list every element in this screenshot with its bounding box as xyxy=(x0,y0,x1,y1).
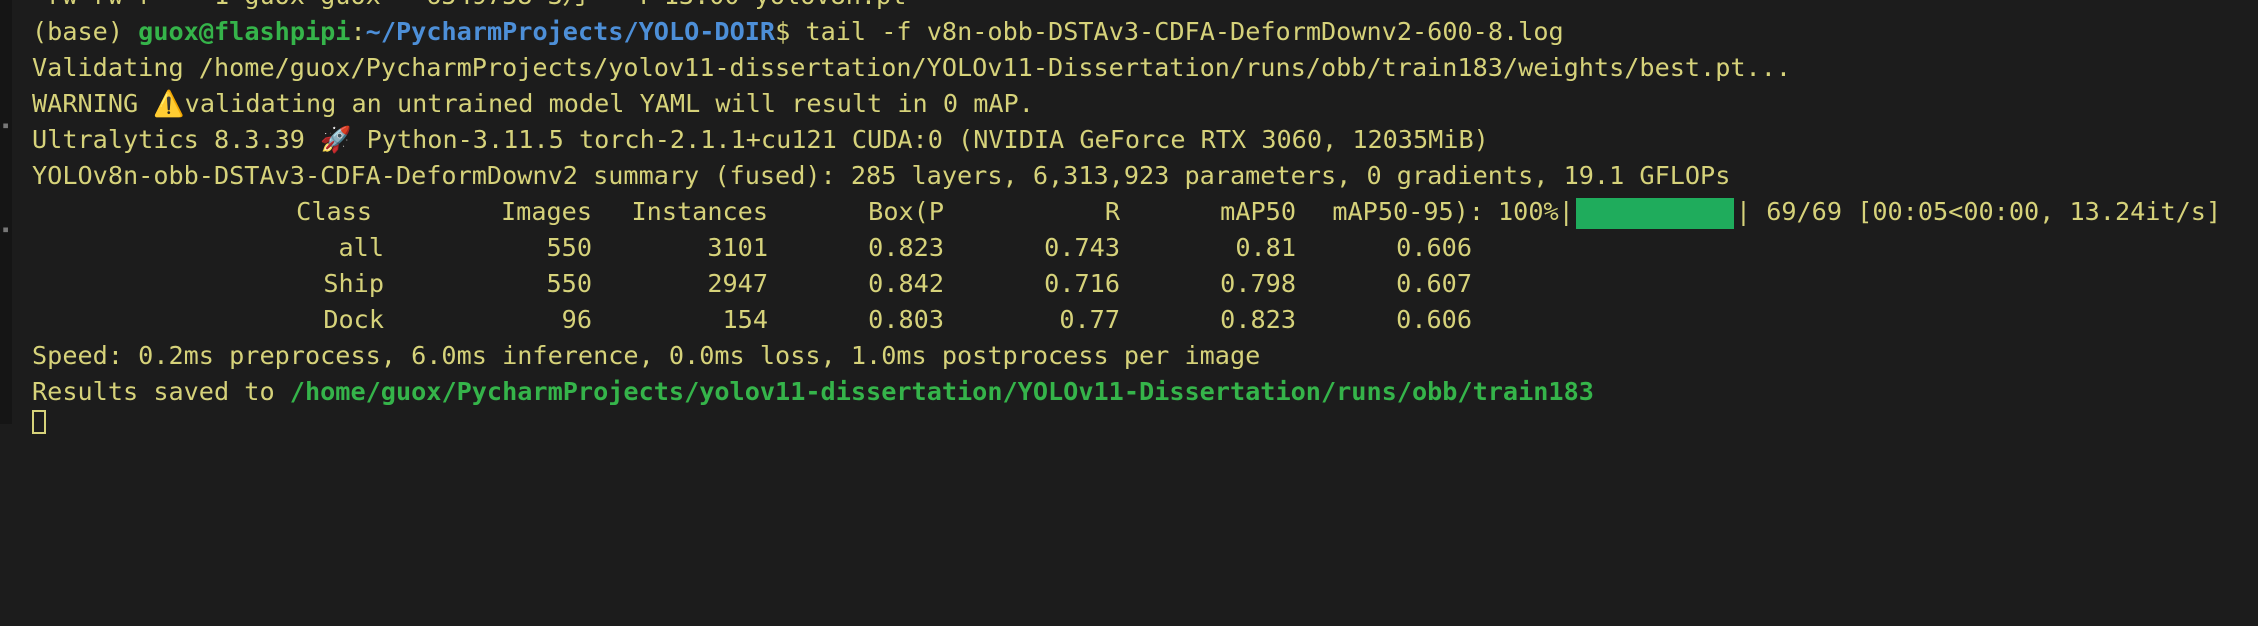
partial-ls-line: -rw-rw-r-- 1 guox guox 6549758 3月 4 13:0… xyxy=(32,0,906,14)
results-prefix: Results saved to xyxy=(32,377,290,406)
progress-percent: 100% xyxy=(1498,197,1559,226)
row-images: 96 xyxy=(561,305,592,334)
row-recall: 0.716 xyxy=(1044,269,1120,298)
header-map50: mAP50 xyxy=(1220,197,1296,226)
row-map50: 0.823 xyxy=(1220,305,1296,334)
terminal-output[interactable]: -rw-rw-r-- 1 guox guox 6549758 3月 4 13:0… xyxy=(32,0,2252,434)
progress-bar xyxy=(1575,197,1734,229)
terminal-cursor xyxy=(32,410,46,434)
warning-line: WARNING ⚠️validating an untrained model … xyxy=(32,89,1034,118)
model-summary-line: YOLOv8n-obb-DSTAv3-CDFA-DeformDownv2 sum… xyxy=(32,161,1731,190)
metrics-row: Dock 96 154 0.803 0.77 0.823 0.606 xyxy=(32,302,1532,338)
metrics-row: Ship 550 2947 0.842 0.716 0.798 0.607 xyxy=(32,266,1532,302)
header-instances: Instances xyxy=(631,197,768,226)
row-map50-95: 0.606 xyxy=(1396,305,1472,334)
row-box-p: 0.842 xyxy=(868,269,944,298)
row-class: Ship xyxy=(323,269,384,298)
row-images: 550 xyxy=(546,233,593,262)
results-path: /home/guox/PycharmProjects/yolov11-disse… xyxy=(289,377,1594,406)
edge-glyph: ▪ xyxy=(2,118,10,132)
header-box-p: Box(P xyxy=(868,197,944,226)
header-map50-95: mAP50-95): xyxy=(1332,197,1484,226)
prompt-symbol: $ xyxy=(775,17,791,46)
header-recall: R xyxy=(1104,197,1120,226)
env-info-line: Ultralytics 8.3.39 🚀 Python-3.11.5 torch… xyxy=(32,125,1489,154)
row-instances: 2947 xyxy=(707,269,768,298)
row-images: 550 xyxy=(546,269,593,298)
row-map50-95: 0.607 xyxy=(1396,269,1472,298)
row-instances: 154 xyxy=(722,305,769,334)
row-recall: 0.743 xyxy=(1044,233,1120,262)
metrics-header-row: Class Images Instances Box(P R mAP50 mAP… xyxy=(32,194,2252,230)
row-map50: 0.81 xyxy=(1235,233,1296,262)
row-box-p: 0.803 xyxy=(868,305,944,334)
row-class: Dock xyxy=(323,305,384,334)
progress-section: 100%| | 69/69 [00:05<00:00, 13.24it/s] xyxy=(1498,194,2221,230)
header-images: Images xyxy=(501,197,592,226)
row-recall: 0.77 xyxy=(1059,305,1120,334)
results-line: Results saved to /home/guox/PycharmProje… xyxy=(32,374,1594,410)
command-text: tail -f v8n-obb-DSTAv3-CDFA-DeformDownv2… xyxy=(805,17,1564,46)
command-prompt-line: (base) guox@flashpipi:~/PycharmProjects/… xyxy=(32,17,1564,46)
metrics-row: all 550 3101 0.823 0.743 0.81 0.606 xyxy=(32,230,1532,266)
row-map50: 0.798 xyxy=(1220,269,1296,298)
row-box-p: 0.823 xyxy=(868,233,944,262)
current-path: ~/PycharmProjects/YOLO-DOIR xyxy=(365,17,776,46)
edge-glyph: ▪ xyxy=(2,222,10,236)
header-class: Class xyxy=(296,197,372,226)
row-instances: 3101 xyxy=(707,233,768,262)
row-map50-95: 0.606 xyxy=(1396,233,1472,262)
validating-line: Validating /home/guox/PycharmProjects/yo… xyxy=(32,53,1792,82)
speed-line: Speed: 0.2ms preprocess, 6.0ms inference… xyxy=(32,341,1261,370)
window-left-edge: ▪ ▪ xyxy=(0,0,12,424)
row-class: all xyxy=(338,233,385,262)
user-host: guox@flashpipi xyxy=(138,17,351,46)
conda-env: (base) xyxy=(32,17,123,46)
progress-tail: 69/69 [00:05<00:00, 13.24it/s] xyxy=(1766,197,2222,226)
